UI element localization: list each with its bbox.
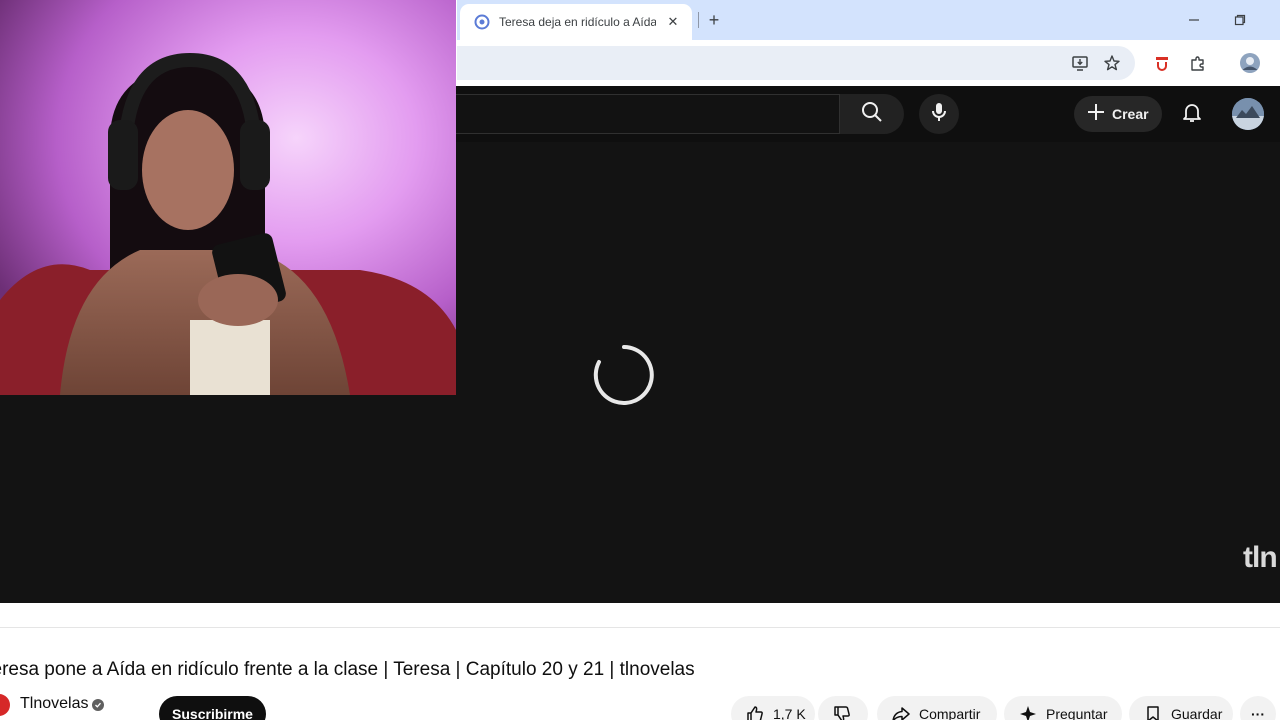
like-button[interactable]: 1,7 K: [731, 696, 815, 720]
search-icon: [860, 100, 884, 129]
search-input[interactable]: [456, 94, 840, 134]
bookmark-star-icon[interactable]: [1101, 52, 1123, 74]
browser-tab[interactable]: Teresa deja en ridículo a Aída y ✕: [460, 4, 692, 40]
webcam-overlay: [0, 0, 456, 395]
verified-icon: [92, 699, 104, 711]
thumbs-up-icon: [745, 704, 765, 720]
subscribe-button[interactable]: Suscribirme: [159, 696, 266, 720]
save-button[interactable]: Guardar: [1129, 696, 1233, 720]
tab-close-icon[interactable]: ✕: [664, 13, 682, 31]
voice-search-button[interactable]: [919, 94, 959, 134]
avatar[interactable]: [1232, 98, 1264, 130]
video-title: Teresa pone a Aída en ridículo frente a …: [0, 659, 695, 680]
more-actions-button[interactable]: ···: [1240, 696, 1276, 720]
search-button[interactable]: [840, 94, 904, 134]
puzzle-icon[interactable]: [1187, 52, 1209, 74]
channel-logo[interactable]: [0, 694, 10, 716]
share-label: Compartir: [919, 706, 981, 720]
youtube-header: Crear: [456, 86, 1280, 142]
notifications-button[interactable]: [1176, 98, 1208, 130]
loading-spinner-icon: [591, 342, 657, 408]
tab-favicon-icon: [474, 14, 490, 30]
tab-title: Teresa deja en ridículo a Aída y: [499, 15, 656, 29]
profile-avatar[interactable]: [1239, 52, 1261, 74]
create-label: Crear: [1112, 106, 1149, 122]
create-button[interactable]: Crear: [1074, 96, 1162, 132]
thumbs-down-icon: [832, 704, 852, 720]
channel-name[interactable]: Tlnovelas: [20, 695, 88, 713]
save-label: Guardar: [1171, 706, 1223, 720]
restore-icon[interactable]: [1229, 10, 1251, 30]
channel-watermark: tln: [1243, 541, 1278, 574]
extension-red-icon[interactable]: [1151, 52, 1173, 74]
tab-separator: [698, 12, 699, 28]
share-button[interactable]: Compartir: [877, 696, 997, 720]
like-count: 1,7 K: [773, 706, 806, 720]
bookmark-icon: [1143, 704, 1163, 720]
browser-toolbar: [457, 40, 1280, 86]
sparkle-icon: [1018, 704, 1038, 720]
plus-icon: [1086, 102, 1106, 127]
mic-icon: [927, 100, 951, 129]
divider: [0, 627, 1280, 628]
share-icon: [891, 704, 911, 720]
address-bar[interactable]: [457, 46, 1135, 80]
ask-label: Preguntar: [1046, 706, 1108, 720]
minimize-icon[interactable]: [1183, 10, 1205, 30]
install-icon[interactable]: [1069, 52, 1091, 74]
browser-tab-strip: Teresa deja en ridículo a Aída y ✕ +: [457, 0, 1280, 40]
dislike-button[interactable]: [818, 696, 868, 720]
ask-button[interactable]: Preguntar: [1004, 696, 1122, 720]
screen: Teresa deja en ridículo a Aída y ✕ + Cre…: [0, 0, 1280, 720]
bell-icon: [1180, 100, 1204, 129]
new-tab-button[interactable]: +: [704, 10, 724, 30]
